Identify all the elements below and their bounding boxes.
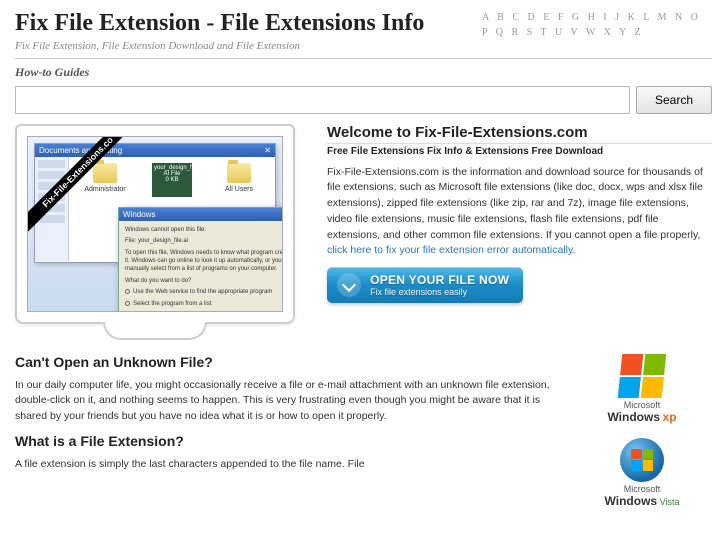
- alpha-link[interactable]: R: [511, 27, 521, 38]
- site-subtitle: Fix File Extension, File Extension Downl…: [15, 40, 482, 52]
- dialog-file: File: your_design_file.ai: [125, 238, 283, 246]
- os-vendor: Microsoft: [624, 484, 661, 494]
- alpha-link[interactable]: K: [628, 12, 638, 23]
- alpha-link[interactable]: F: [558, 12, 567, 23]
- site-title: Fix File Extension - File Extensions Inf…: [15, 10, 482, 38]
- alpha-link[interactable]: V: [571, 27, 581, 38]
- alpha-link[interactable]: C: [512, 12, 522, 23]
- alpha-link[interactable]: I: [603, 12, 609, 23]
- welcome-heading: Welcome to Fix-File-Extensions.com: [327, 124, 712, 144]
- alpha-link[interactable]: L: [643, 12, 652, 23]
- dialog-question: What do you want to do?: [125, 278, 283, 286]
- nav-howto: How-to Guides: [15, 65, 712, 80]
- dialog-title-text: Windows: [123, 210, 155, 219]
- alpha-link[interactable]: J: [615, 12, 622, 23]
- file-size: 0 KB: [154, 177, 190, 183]
- alpha-link[interactable]: G: [572, 12, 582, 23]
- os-brand: Windows: [605, 494, 658, 508]
- alpha-link[interactable]: S: [527, 27, 536, 38]
- search-input[interactable]: [15, 86, 630, 114]
- file-name: your_design_file: [154, 165, 190, 171]
- alpha-link[interactable]: E: [543, 12, 552, 23]
- alpha-link[interactable]: A: [482, 12, 492, 23]
- alpha-link[interactable]: W: [586, 27, 598, 38]
- os-version: Vista: [660, 497, 680, 507]
- os-vendor: Microsoft: [624, 400, 661, 410]
- folder-icon: [93, 163, 117, 183]
- vista-orb-icon: [620, 438, 664, 482]
- folder-label: Administrator: [84, 186, 125, 193]
- alpha-link[interactable]: U: [555, 27, 565, 38]
- section-heading: What is a File Extension?: [15, 433, 552, 449]
- folder-icon: [227, 163, 251, 183]
- section-paragraph: In our daily computer life, you might oc…: [15, 378, 552, 425]
- dialog-opt2: Select the program from a list: [133, 301, 211, 307]
- windows-xp-badge[interactable]: Microsoft Windows xp: [572, 354, 712, 424]
- alpha-link[interactable]: O: [691, 12, 701, 23]
- hero-illustration: Fix-File-Extensions.co Documents and Set…: [15, 124, 315, 324]
- alpha-link[interactable]: P: [482, 27, 490, 38]
- cta-title: OPEN YOUR FILE NOW: [370, 273, 509, 287]
- alpha-link[interactable]: X: [604, 27, 614, 38]
- search-button[interactable]: Search: [636, 86, 712, 114]
- windows-logo-icon: [620, 354, 664, 398]
- windows-vista-badge[interactable]: Microsoft Windows Vista: [572, 438, 712, 508]
- alpha-link[interactable]: T: [541, 27, 550, 38]
- alpha-link[interactable]: Y: [619, 27, 629, 38]
- error-dialog: Windows ✕ Windows cannot open this file:…: [118, 207, 283, 312]
- alpha-link[interactable]: N: [675, 12, 685, 23]
- fix-error-link[interactable]: click here to fix your file extension er…: [327, 244, 573, 256]
- alpha-link[interactable]: D: [528, 12, 538, 23]
- search-bar: Search: [15, 86, 712, 114]
- os-version: xp: [663, 410, 677, 424]
- download-arrow-icon: [337, 273, 361, 297]
- section-heading: Can't Open an Unknown File?: [15, 354, 552, 370]
- explorer-titlebar: Documents and Setting ✕: [35, 144, 275, 157]
- os-brand: Windows: [607, 410, 660, 424]
- dialog-desc: To open this file, Windows needs to know…: [125, 250, 283, 273]
- welcome-period: .: [573, 244, 576, 256]
- radio-icon: [125, 289, 130, 294]
- welcome-subheading: Free File Extensions Fix Info & Extensio…: [327, 146, 712, 157]
- alpha-index-nav: A B C D E F G H I J K L M N O P Q R S T …: [482, 10, 712, 40]
- nav-howto-link[interactable]: How-to Guides: [15, 65, 89, 79]
- open-file-cta-button[interactable]: OPEN YOUR FILE NOW Fix file extensions e…: [327, 267, 523, 303]
- alpha-link[interactable]: Z: [634, 27, 643, 38]
- radio-icon: [125, 301, 130, 306]
- dialog-titlebar: Windows ✕: [119, 208, 283, 221]
- dialog-msg: Windows cannot open this file:: [125, 227, 283, 235]
- monitor-frame-icon: Fix-File-Extensions.co Documents and Set…: [15, 124, 295, 324]
- monitor-screen: Fix-File-Extensions.co Documents and Set…: [27, 136, 283, 312]
- alpha-link[interactable]: M: [658, 12, 670, 23]
- alpha-link[interactable]: H: [588, 12, 598, 23]
- dialog-opt1: Use the Web service to find the appropri…: [133, 289, 272, 295]
- welcome-paragraph: Fix-File-Extensions.com is the informati…: [327, 165, 712, 260]
- welcome-text: Fix-File-Extensions.com is the informati…: [327, 166, 703, 241]
- alpha-link[interactable]: Q: [496, 27, 506, 38]
- folder-label: All Users: [225, 186, 253, 193]
- section-paragraph: A file extension is simply the last char…: [15, 457, 552, 473]
- close-icon: ✕: [264, 146, 271, 155]
- alpha-link[interactable]: B: [497, 12, 507, 23]
- cta-subtitle: Fix file extensions easily: [370, 287, 509, 297]
- page-header: Fix File Extension - File Extensions Inf…: [15, 10, 712, 59]
